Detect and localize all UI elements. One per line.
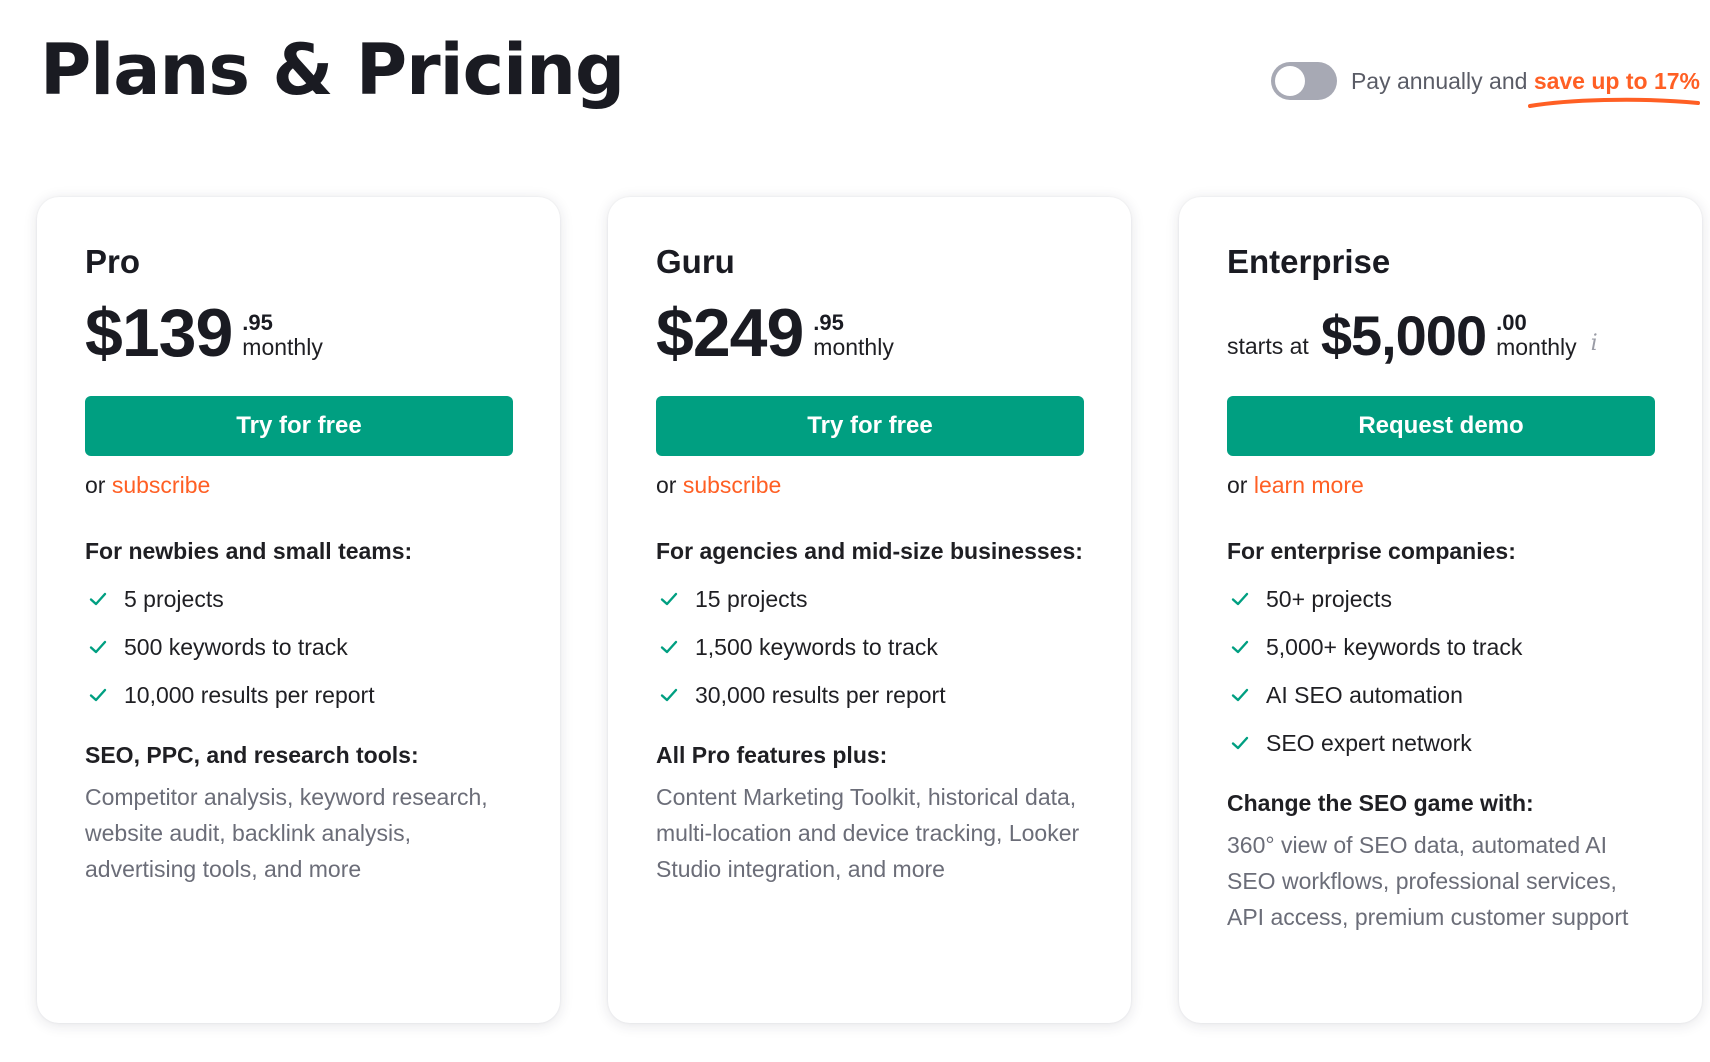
check-icon [660, 688, 678, 702]
tools-description: Competitor analysis, keyword research, w… [85, 784, 488, 882]
check-icon [89, 592, 107, 606]
feature-text: SEO expert network [1266, 729, 1472, 756]
feature-item: 10,000 results per report [85, 671, 513, 719]
feature-item: 50+ projects [1227, 575, 1655, 623]
alt-prefix: or [1227, 472, 1248, 498]
toggle-knob [1274, 66, 1305, 96]
tools-description: 360° view of SEO data, automated AI SEO … [1227, 832, 1629, 930]
alt-prefix: or [85, 472, 106, 498]
check-icon [1231, 640, 1249, 654]
price-row: starts at $5,000 .00 monthly i [1227, 300, 1655, 366]
feature-list: 15 projects 1,500 keywords to track 30,0… [656, 575, 1084, 719]
request-demo-button[interactable]: Request demo [1227, 396, 1655, 456]
plan-name: Guru [656, 243, 735, 280]
plan-card-enterprise: Enterprise starts at $5,000 .00 monthly … [1179, 197, 1702, 1023]
try-for-free-button[interactable]: Try for free [85, 396, 513, 456]
feature-item: 5 projects [85, 575, 513, 623]
subscribe-link[interactable]: subscribe [112, 472, 210, 498]
feature-text: 1,500 keywords to track [695, 633, 938, 660]
feature-item: 15 projects [656, 575, 1084, 623]
alt-action: or subscribe [85, 472, 513, 499]
price-detail: .95 monthly [242, 312, 323, 366]
price-detail: .00 monthly [1496, 312, 1577, 366]
price-cents: .95 [813, 310, 844, 335]
feature-text: 15 projects [695, 585, 808, 612]
check-icon [660, 592, 678, 606]
try-for-free-button[interactable]: Try for free [656, 396, 1084, 456]
alt-action: or learn more [1227, 472, 1655, 499]
feature-item: 5,000+ keywords to track [1227, 623, 1655, 671]
check-icon [1231, 592, 1249, 606]
price-amount: $139 [85, 295, 233, 371]
alt-prefix: or [656, 472, 677, 498]
plan-name: Enterprise [1227, 243, 1391, 280]
price-cents: .00 [1496, 310, 1527, 335]
plan-card-guru: Guru $249 .95 monthly Try for free or su… [608, 197, 1131, 1023]
plan-name: Pro [85, 243, 141, 280]
billing-save-highlight: save up to 17% [1527, 67, 1700, 108]
plan-card-pro: Pro $139 .95 monthly Try for free or sub… [37, 197, 560, 1023]
price-period: monthly [242, 334, 323, 360]
hand-drawn-underline-icon [1527, 97, 1700, 108]
tools-title: All Pro features plus: [656, 742, 888, 768]
check-icon [89, 640, 107, 654]
feature-text: 500 keywords to track [124, 633, 348, 660]
price-prefix: starts at [1227, 333, 1309, 359]
check-icon [1231, 688, 1249, 702]
learn-more-link[interactable]: learn more [1254, 472, 1364, 498]
pricing-page: Plans & Pricing Pay annually and save up… [0, 0, 1710, 1062]
price-amount: $249 [656, 295, 804, 371]
check-icon [1231, 736, 1249, 750]
audience-title: For enterprise companies: [1227, 538, 1516, 564]
feature-item: AI SEO automation [1227, 671, 1655, 719]
price-cents: .95 [242, 310, 273, 335]
billing-toggle-group: Pay annually and save up to 17% [1270, 62, 1700, 108]
feature-item: SEO expert network [1227, 719, 1655, 767]
alt-action: or subscribe [656, 472, 1084, 499]
check-icon [660, 640, 678, 654]
audience-title: For newbies and small teams: [85, 538, 413, 564]
feature-text: 5 projects [124, 585, 224, 612]
audience-title: For agencies and mid-size businesses: [656, 538, 1083, 564]
feature-list: 50+ projects 5,000+ keywords to track AI… [1227, 575, 1655, 767]
tools-description: Content Marketing Toolkit, historical da… [656, 784, 1080, 882]
feature-text: 50+ projects [1266, 585, 1392, 612]
price-row: $139 .95 monthly [85, 295, 513, 371]
feature-text: AI SEO automation [1266, 681, 1463, 708]
info-icon[interactable]: i [1591, 331, 1598, 366]
page-title: Plans & Pricing [40, 29, 625, 111]
tools-title: SEO, PPC, and research tools: [85, 742, 419, 768]
billing-text: Pay annually and [1350, 67, 1528, 94]
feature-text: 5,000+ keywords to track [1266, 633, 1523, 660]
price-row: $249 .95 monthly [656, 295, 1084, 371]
billing-save-text: save up to 17% [1533, 67, 1700, 94]
tools-title: Change the SEO game with: [1227, 790, 1534, 816]
feature-list: 5 projects 500 keywords to track 10,000 … [85, 575, 513, 719]
price-detail: .95 monthly [813, 312, 894, 366]
feature-text: 30,000 results per report [695, 681, 946, 708]
feature-item: 500 keywords to track [85, 623, 513, 671]
subscribe-link[interactable]: subscribe [683, 472, 781, 498]
check-icon [89, 688, 107, 702]
price-period: monthly [813, 334, 894, 360]
price-period: monthly [1496, 334, 1577, 360]
billing-label: Pay annually and save up to 17% [1350, 67, 1700, 108]
annual-billing-toggle[interactable] [1270, 62, 1337, 100]
feature-item: 30,000 results per report [656, 671, 1084, 719]
feature-item: 1,500 keywords to track [656, 623, 1084, 671]
feature-text: 10,000 results per report [124, 681, 375, 708]
price-amount: $5,000 [1320, 304, 1487, 367]
